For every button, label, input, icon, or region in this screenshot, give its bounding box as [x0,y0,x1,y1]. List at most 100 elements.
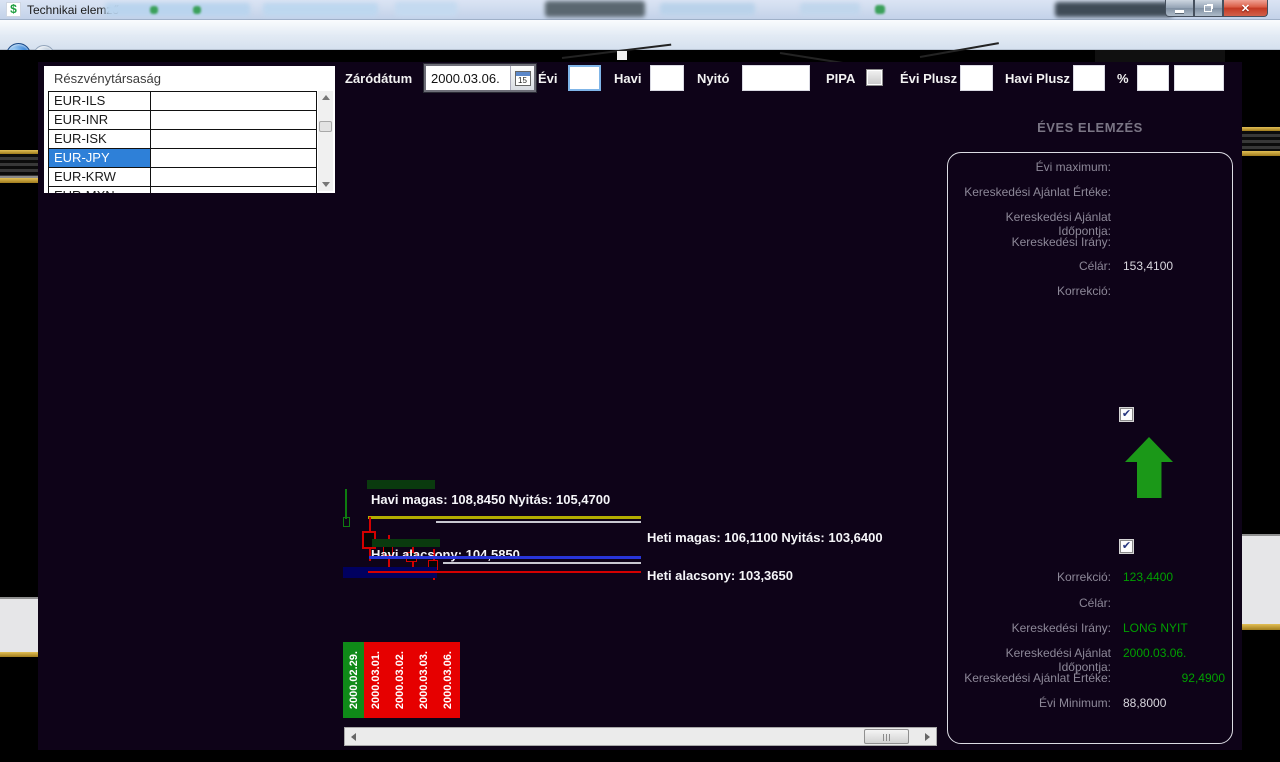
panel-field: Évi maximum: [951,160,1229,176]
thumb-grip [882,734,892,741]
signal-checkbox-top[interactable]: ✔ [1120,408,1133,421]
scroll-right-icon [925,733,930,741]
field-label: Kereskedési Irány: [1011,621,1111,635]
scroll-right-button[interactable] [920,728,936,745]
check-icon: ✔ [1121,408,1132,420]
desktop-strip-right [1242,62,1280,762]
list-item-cell [151,129,317,148]
desktop-strip-bottom [0,750,1280,762]
restore-button[interactable] [1194,0,1223,17]
restore-icon [1203,4,1212,12]
evi-plusz-label: Évi Plusz [900,71,958,86]
list-item-label: EUR-MXN [48,186,151,193]
chart-gray-line [436,521,641,523]
scroll-down-icon[interactable] [322,182,330,187]
list-item-selected[interactable]: EUR-JPY [48,148,317,167]
percent-input[interactable] [1137,65,1169,91]
instrument-list: Részvénytársaság EUR-ILS EUR-INR EUR-ISK… [44,66,335,193]
field-label: Célár: [1078,596,1111,610]
field-value: 2000.03.06. [1123,646,1187,660]
blurred-artifact [263,3,378,16]
chart-red-line [368,571,641,573]
chart-yellow-line [368,516,641,519]
app-icon[interactable]: $ [6,2,21,17]
nav-bar: ← → [0,20,1280,68]
blurred-artifact [193,6,201,14]
field-value: 92,4900 [1181,671,1225,685]
wallpaper-white-block [1242,534,1280,624]
pipa-label: PIPA [826,71,856,86]
list-scrollbar[interactable] [318,91,333,191]
list-item[interactable]: EUR-INR [48,110,317,129]
list-item-cell [151,110,317,129]
evi-input[interactable] [568,65,601,91]
white-artifact [617,51,627,60]
list-item[interactable]: EUR-MXN [48,186,317,193]
chart-green-bar [367,480,435,489]
scroll-thumb[interactable] [319,121,332,132]
scroll-up-icon[interactable] [322,95,330,100]
havi-plusz-input[interactable] [1073,65,1105,91]
date-label-cell: 2000.03.06. [436,642,460,718]
zarodatum-date-field[interactable]: 2000.03.06. 15 [423,63,537,93]
date-label: 2000.03.01. [370,650,382,710]
scroll-left-button[interactable] [345,728,361,745]
window-controls: ✕ [1165,0,1268,17]
panel-field: Kereskedési Ajánlat Időpontja: [951,210,1229,238]
calendar-button[interactable]: 15 [510,66,534,90]
wallpaper-gold-line [1242,624,1280,630]
field-label: Célár: [1078,259,1111,273]
extra-input[interactable] [1174,65,1224,91]
screen: $ Technikai elemző ✕ ← → [0,0,1280,762]
blurred-artifact [105,3,250,16]
minimize-icon [1175,9,1184,13]
panel-field: Évi Minimum: 88,8000 [951,696,1229,712]
list-header: Részvénytársaság [54,71,161,86]
panel-field: Kereskedési Ajánlat Értéke: [951,185,1229,201]
annotation-havi-magas: Havi magas: 108,8450 Nyitás: 105,4700 [371,492,611,507]
havi-plusz-label: Havi Plusz [1005,71,1071,86]
close-button[interactable]: ✕ [1223,0,1268,17]
list-item-label: EUR-JPY [48,148,151,167]
panel-field: Kereskedési Irány: [951,235,1229,251]
annotation-heti-alacsony: Heti alacsony: 103,3650 [647,568,793,583]
wallpaper-stripes [0,154,38,176]
panel-title: ÉVES ELEMZÉS [1037,120,1143,135]
blurred-artifact [395,2,457,16]
date-label-cell: 2000.03.02. [388,642,412,718]
chart-gray-line [443,562,641,564]
chart-h-scrollbar[interactable] [344,727,937,746]
x-axis-labels: 2000.02.29. 2000.03.01. 2000.03.02. 2000… [343,642,460,718]
wallpaper-gold-line [0,652,38,657]
field-value: 123,4400 [1123,570,1174,584]
scroll-thumb[interactable] [864,729,909,744]
field-label: Kereskedési Ajánlat Időpontja: [1005,210,1111,238]
list-item-cell [151,186,317,193]
panel-field: Kereskedési Ajánlat Értéke: 92,4900 [951,671,1229,687]
field-label: Kereskedési Irány: [1011,235,1111,249]
field-label: Korrekció: [1056,284,1111,298]
field-value: 88,8000 [1123,696,1167,710]
list-item-label: EUR-ILS [48,91,151,110]
minimize-button[interactable] [1165,0,1194,17]
date-label: 2000.02.29. [347,650,360,710]
havi-input[interactable] [650,65,684,91]
pipa-checkbox[interactable] [866,69,883,86]
zarodatum-label: Záródátum [345,71,413,86]
signal-checkbox-bottom[interactable]: ✔ [1120,540,1133,553]
nyito-input[interactable] [742,65,810,91]
zarodatum-date-value[interactable]: 2000.03.06. [426,66,510,90]
evi-plusz-input[interactable] [960,65,993,91]
list-item-cell [151,91,317,110]
calendar-day: 15 [518,75,527,85]
list-item-cell [151,148,317,167]
date-label-cell: 2000.02.29. [343,642,364,718]
panel-field: Kereskedési Irány: LONG NYIT [951,621,1229,637]
field-value: 153,4100 [1123,259,1174,273]
field-label: Kereskedési Ajánlat Értéke: [964,185,1111,199]
list-item[interactable]: EUR-KRW [48,167,317,186]
list-item[interactable]: EUR-ILS [48,91,317,110]
wallpaper-white-block [0,597,38,652]
list-item[interactable]: EUR-ISK [48,129,317,148]
chart-blue-line [369,556,641,559]
